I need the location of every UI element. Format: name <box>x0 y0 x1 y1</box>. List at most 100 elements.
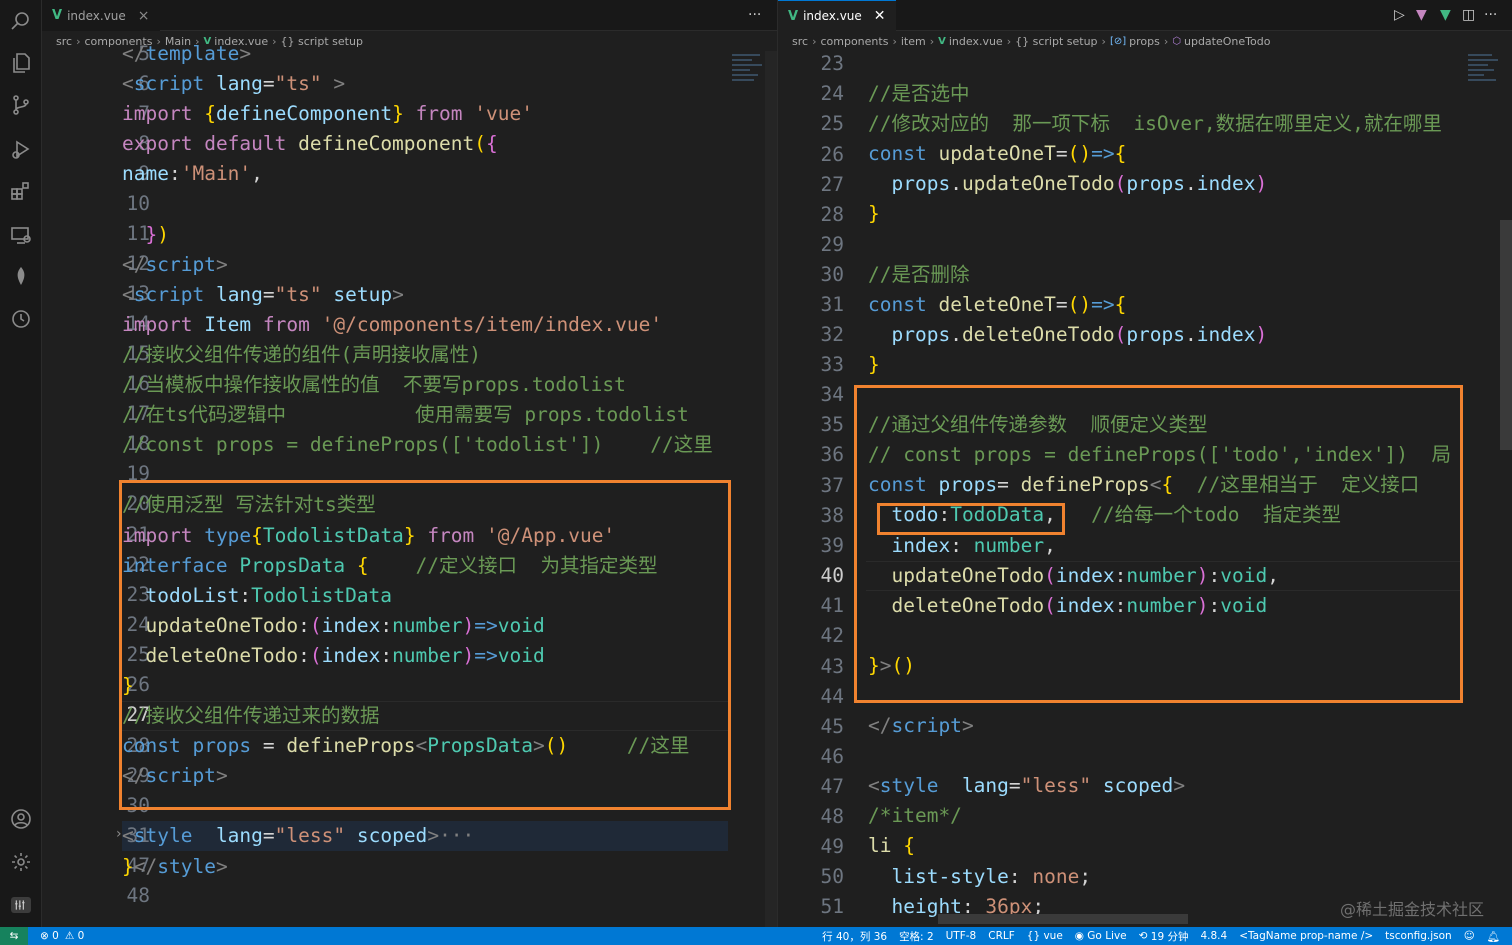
vue-devtools-icon[interactable]: ▼ <box>1440 7 1451 23</box>
files-icon[interactable] <box>8 50 34 76</box>
line-number-current: 40 <box>820 564 844 587</box>
line-number: 50 <box>820 865 844 888</box>
vue-file-icon: V <box>938 35 946 47</box>
more-actions-icon[interactable]: ··· <box>1484 7 1497 23</box>
status-bar: ⇆ ⊗ 0 ⚠ 0 行 40，列 36 空格: 2 UTF-8 CRLF {} … <box>0 927 1512 945</box>
activity-bar <box>0 0 42 927</box>
line-number: 28 <box>820 203 844 226</box>
close-tab-icon[interactable]: × <box>138 8 150 24</box>
method-icon: ⬡ <box>1172 35 1181 47</box>
line-ending[interactable]: CRLF <box>988 930 1015 942</box>
left-tab-bar: V index.vue × ··· <box>42 0 777 31</box>
watermark: @稀土掘金技术社区 <box>1339 900 1484 919</box>
line-number: 31 <box>820 293 844 316</box>
line-number: 35 <box>820 413 844 436</box>
extensions-icon[interactable] <box>8 178 34 204</box>
breadcrumb-item[interactable]: props <box>1129 35 1160 48</box>
line-number: 36 <box>820 443 844 466</box>
line-number: 34 <box>820 383 844 406</box>
right-code-text[interactable]: //是否选中 //修改对应的 那一项下标 isOver,数据在哪里定义,就在哪里… <box>868 49 1462 922</box>
tag-name-hint[interactable]: <TagName prop-name /> <box>1239 930 1373 942</box>
line-number: 42 <box>820 624 844 647</box>
variable-icon: [⊘] <box>1109 35 1127 47</box>
right-editor-group: V index.vue ✕ ▷ ▼ ▼ ◫ ··· src › component… <box>777 0 1512 927</box>
feedback-icon[interactable]: ☺ <box>1464 930 1475 942</box>
search-icon[interactable] <box>8 8 34 34</box>
run-debug-icon[interactable] <box>8 136 34 162</box>
close-tab-icon[interactable]: ✕ <box>874 8 886 24</box>
breadcrumb-item[interactable]: src <box>792 35 808 48</box>
line-number: 23 <box>820 52 844 75</box>
breadcrumb-item[interactable]: index.vue <box>949 35 1003 48</box>
right-scrollbar-thumb[interactable] <box>1500 220 1512 450</box>
line-number: 48 <box>820 805 844 828</box>
vue-file-icon: V <box>52 8 63 23</box>
mongodb-leaf-icon[interactable] <box>8 264 34 290</box>
line-number: 29 <box>820 233 844 256</box>
left-code-editor[interactable]: 5 6 7 8 9 10 11 12 13 14 15 16 17 18 19 … <box>42 42 777 927</box>
breadcrumb-item[interactable]: updateOneTodo <box>1184 35 1270 48</box>
vue-file-icon: V <box>788 8 799 24</box>
line-number: 26 <box>820 143 844 166</box>
left-tab-label: index.vue <box>67 8 126 23</box>
line-number: 45 <box>820 715 844 738</box>
settings-gear-icon[interactable] <box>8 849 34 875</box>
timeline-icon[interactable] <box>8 306 34 332</box>
line-number: 44 <box>820 685 844 708</box>
line-number: 51 <box>820 895 844 918</box>
left-minimap[interactable] <box>732 51 768 111</box>
line-number: 30 <box>820 263 844 286</box>
errors-count[interactable]: ⊗ 0 <box>40 930 59 942</box>
right-horizontal-scrollbar[interactable] <box>938 914 1188 924</box>
right-minimap[interactable] <box>1468 51 1504 111</box>
breadcrumb-item[interactable]: src <box>56 35 72 48</box>
right-breadcrumb: src › components › item › Vindex.vue › {} sc… <box>792 34 1271 48</box>
tsconfig-link[interactable]: tsconfig.json <box>1385 930 1452 942</box>
line-number: 33 <box>820 353 844 376</box>
right-code-editor[interactable]: 23 24 25 26 27 28 29 30 31 32 33 34 35 3… <box>778 51 1512 927</box>
line-number: 46 <box>820 745 844 768</box>
line-number: 47 <box>820 775 844 798</box>
line-number: 32 <box>820 323 844 346</box>
more-actions-icon[interactable]: ··· <box>748 7 761 23</box>
line-number: 27 <box>820 173 844 196</box>
remote-indicator-icon[interactable] <box>11 897 31 913</box>
remote-explorer-icon[interactable] <box>8 222 34 248</box>
right-tab-index-vue[interactable]: V index.vue ✕ <box>778 0 896 31</box>
line-number: 43 <box>820 655 844 678</box>
breadcrumb-item[interactable]: {} script setup <box>1015 35 1097 48</box>
line-number: 38 <box>820 504 844 527</box>
ts-version[interactable]: 4.8.4 <box>1200 930 1227 942</box>
notifications-bell-icon[interactable]: 🔔︎ <box>1487 930 1500 943</box>
indentation[interactable]: 空格: 2 <box>899 929 934 944</box>
left-scrollbar[interactable] <box>765 51 777 927</box>
run-code-icon[interactable]: ▷ <box>1394 7 1405 23</box>
language-mode[interactable]: {} vue <box>1027 930 1063 942</box>
go-live-button[interactable]: ◉ Go Live <box>1075 930 1127 942</box>
breadcrumb-item[interactable]: item <box>901 35 926 48</box>
line-number: 39 <box>820 534 844 557</box>
account-icon[interactable] <box>8 806 34 832</box>
time-tracker[interactable]: ⟲ 19 分钟 <box>1139 929 1189 944</box>
split-editor-icon[interactable]: ◫ <box>1462 7 1475 23</box>
line-number: 41 <box>820 594 844 617</box>
fold-chevron-icon[interactable]: › <box>116 826 122 842</box>
line-number: 25 <box>820 112 844 135</box>
encoding[interactable]: UTF-8 <box>946 930 977 942</box>
remote-icon[interactable]: ⇆ <box>0 927 28 945</box>
warnings-count[interactable]: ⚠ 0 <box>65 930 84 942</box>
history-icon: ⟲ <box>1138 930 1151 942</box>
broadcast-icon: ◉ <box>1074 930 1088 942</box>
line-number: 48 <box>126 884 150 907</box>
left-code-text[interactable]: </template> <script lang="ts" > import {… <box>122 39 728 882</box>
breadcrumb-item[interactable]: components <box>820 35 888 48</box>
cursor-position[interactable]: 行 40，列 36 <box>822 929 887 944</box>
line-number: 37 <box>820 474 844 497</box>
vite-icon[interactable]: ▼ <box>1416 7 1427 23</box>
line-number: 24 <box>820 82 844 105</box>
right-tab-bar: V index.vue ✕ ▷ ▼ ▼ ◫ ··· <box>778 0 1512 31</box>
left-editor-group: V index.vue × ··· src › components › Main ›… <box>42 0 777 927</box>
source-control-icon[interactable] <box>8 92 34 118</box>
right-tab-label: index.vue <box>803 9 862 23</box>
left-tab-index-vue[interactable]: V index.vue × <box>42 0 160 31</box>
